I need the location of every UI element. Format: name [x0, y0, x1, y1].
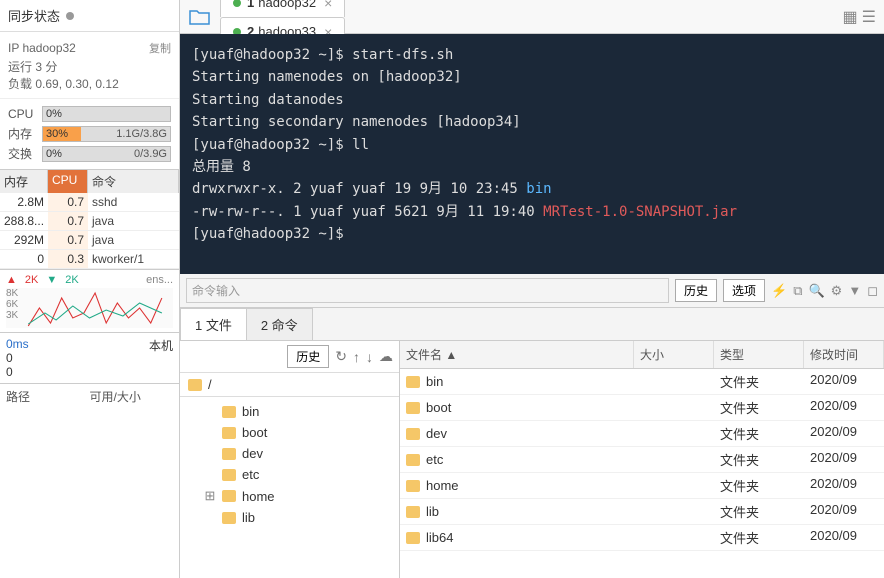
- folder-icon: [222, 490, 236, 502]
- host-label: IP hadoop32: [8, 41, 76, 55]
- folder-icon: [222, 427, 236, 439]
- search-icon[interactable]: 🔍: [808, 283, 824, 299]
- tree-root[interactable]: /: [180, 373, 399, 397]
- col-size[interactable]: 大小: [634, 341, 714, 368]
- folder-icon: [188, 379, 202, 391]
- sync-indicator-icon: [66, 12, 74, 20]
- tree-item[interactable]: dev: [184, 443, 395, 464]
- folder-icon: [222, 448, 236, 460]
- file-tree-panel: 历史 ↻ ↑ ↓ ☁ / binbootdevetc⊞homelib: [180, 341, 400, 578]
- tree-item[interactable]: boot: [184, 422, 395, 443]
- folder-icon: [406, 480, 420, 492]
- copy-button[interactable]: 复制: [149, 40, 171, 56]
- col-type[interactable]: 类型: [714, 341, 804, 368]
- uptime-text: 运行 3 分: [8, 58, 171, 75]
- folder-open-icon[interactable]: [186, 3, 214, 31]
- tab-bar: 1hadoop32×2hadoop33× ▦ ☰: [180, 0, 884, 34]
- file-row[interactable]: bin文件夹2020/09: [400, 369, 884, 395]
- bolt-icon[interactable]: ⚡: [771, 283, 787, 299]
- command-input[interactable]: 命令输入: [186, 278, 669, 303]
- cpu-label: CPU: [8, 107, 38, 121]
- folder-icon: [406, 376, 420, 388]
- folder-icon: [406, 532, 420, 544]
- square-icon[interactable]: ◻: [867, 283, 878, 299]
- avail-header[interactable]: 可用/大小: [90, 388, 174, 405]
- grid-view-icon[interactable]: ▦: [843, 7, 858, 27]
- sync-status: 同步状态: [0, 0, 179, 32]
- process-row[interactable]: 292M0.7java: [0, 231, 179, 250]
- local-label: 本机: [149, 339, 173, 353]
- col-cmd-header[interactable]: 命令: [88, 170, 179, 193]
- swap-label: 交换: [8, 145, 38, 162]
- process-table: 内存 CPU 命令 2.8M0.7sshd288.8...0.7java292M…: [0, 169, 179, 269]
- folder-icon: [406, 454, 420, 466]
- process-row[interactable]: 288.8...0.7java: [0, 212, 179, 231]
- sub-tab[interactable]: 2 命令: [246, 308, 313, 340]
- tree-item[interactable]: lib: [184, 507, 395, 528]
- cloud-icon[interactable]: ☁: [379, 348, 393, 365]
- copy-icon[interactable]: ⧉: [793, 283, 802, 299]
- refresh-icon[interactable]: ↻: [335, 348, 347, 365]
- options-button[interactable]: 选项: [723, 279, 765, 302]
- file-row[interactable]: etc文件夹2020/09: [400, 447, 884, 473]
- path-header[interactable]: 路径: [6, 388, 90, 405]
- network-chart: ▲2K ▼2K ens... 8K 6K 3K: [0, 269, 179, 332]
- history-button[interactable]: 历史: [675, 279, 717, 302]
- down-arrow-icon: ▼: [46, 274, 57, 286]
- status-dot-icon: [233, 0, 241, 7]
- tab-hadoop32[interactable]: 1hadoop32×: [220, 0, 345, 17]
- chevron-down-icon[interactable]: ▼: [848, 283, 861, 298]
- mem-bar: 30% 1.1G/3.8G: [42, 126, 171, 142]
- expand-icon[interactable]: ⊞: [204, 488, 216, 504]
- folder-icon: [406, 506, 420, 518]
- tree-history-button[interactable]: 历史: [287, 345, 329, 368]
- mem-label: 内存: [8, 125, 38, 142]
- sidebar: 同步状态 IP hadoop32 复制 运行 3 分 负载 0.69, 0.30…: [0, 0, 180, 578]
- cpu-bar: 0%: [42, 106, 171, 122]
- file-row[interactable]: boot文件夹2020/09: [400, 395, 884, 421]
- file-row[interactable]: dev文件夹2020/09: [400, 421, 884, 447]
- terminal[interactable]: [yuaf@hadoop32 ~]$ start-dfs.shStarting …: [180, 34, 884, 274]
- tree-item[interactable]: ⊞home: [184, 485, 395, 507]
- file-row[interactable]: lib64文件夹2020/09: [400, 525, 884, 551]
- download-icon[interactable]: ↓: [366, 349, 373, 365]
- sub-tabs: 1 文件2 命令: [180, 308, 884, 341]
- file-row[interactable]: home文件夹2020/09: [400, 473, 884, 499]
- folder-icon: [406, 428, 420, 440]
- tree-item[interactable]: bin: [184, 401, 395, 422]
- load-text: 负载 0.69, 0.30, 0.12: [8, 75, 171, 92]
- col-date[interactable]: 修改时间: [804, 341, 884, 368]
- process-row[interactable]: 2.8M0.7sshd: [0, 193, 179, 212]
- col-filename[interactable]: 文件名 ▲: [400, 341, 634, 368]
- folder-icon: [222, 512, 236, 524]
- file-list-panel: 文件名 ▲ 大小 类型 修改时间 bin文件夹2020/09boot文件夹202…: [400, 341, 884, 578]
- upload-icon[interactable]: ↑: [353, 349, 360, 365]
- close-icon[interactable]: ×: [324, 0, 332, 11]
- swap-bar: 0%0/3.9G: [42, 146, 171, 162]
- tree-item[interactable]: etc: [184, 464, 395, 485]
- folder-icon: [222, 406, 236, 418]
- up-arrow-icon: ▲: [6, 274, 17, 286]
- command-input-row: 命令输入 历史 选项 ⚡ ⧉ 🔍 ⚙ ▼ ◻: [180, 274, 884, 308]
- col-mem-header[interactable]: 内存: [0, 170, 48, 193]
- folder-icon: [406, 402, 420, 414]
- folder-icon: [222, 469, 236, 481]
- main-area: 1hadoop32×2hadoop33× ▦ ☰ [yuaf@hadoop32 …: [180, 0, 884, 578]
- gear-icon[interactable]: ⚙: [831, 283, 843, 299]
- sync-label: 同步状态: [8, 6, 60, 25]
- sub-tab[interactable]: 1 文件: [180, 308, 247, 340]
- col-cpu-header[interactable]: CPU: [48, 170, 88, 193]
- list-view-icon[interactable]: ☰: [862, 7, 876, 27]
- file-row[interactable]: lib文件夹2020/09: [400, 499, 884, 525]
- process-row[interactable]: 00.3kworker/1: [0, 250, 179, 269]
- latency-label: 0ms: [6, 337, 29, 351]
